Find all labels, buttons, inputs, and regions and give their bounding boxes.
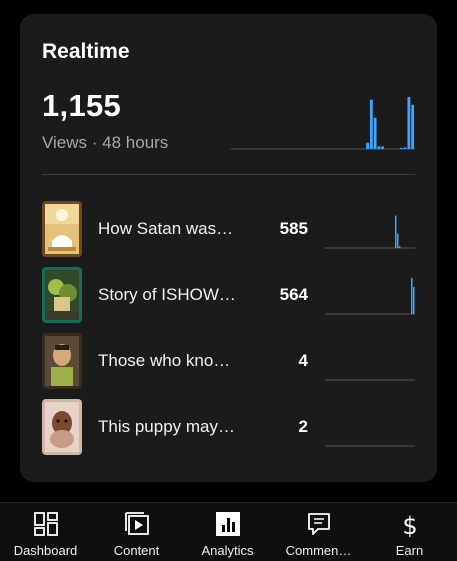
sparkline-bar — [377, 146, 381, 149]
video-views-sparkline — [325, 379, 415, 381]
video-title[interactable]: How Satan was… — [98, 219, 248, 239]
nav-label: Earn — [395, 543, 424, 558]
sparkline-bar — [399, 147, 403, 149]
nav-label: Analytics — [201, 543, 254, 558]
realtime-views-sparkline — [231, 97, 415, 150]
sparkline-bar — [373, 117, 377, 149]
video-thumbnail — [42, 333, 82, 389]
dashboard-icon — [34, 512, 58, 536]
video-title[interactable]: This puppy may… — [98, 417, 248, 437]
video-views: 585 — [279, 219, 308, 238]
sparkline-bar — [369, 99, 373, 149]
video-title[interactable]: Those who kno… — [98, 351, 248, 371]
sparkline-bar — [403, 147, 407, 149]
nav-label: Content — [113, 543, 160, 558]
realtime-card[interactable]: Realtime 1,155 Views · 48 hours How Sata… — [20, 14, 437, 482]
nav-content[interactable]: Content — [91, 509, 182, 559]
video-row[interactable]: How Satan was… 585 — [42, 201, 415, 257]
sparkline-bar — [411, 104, 415, 149]
sparkline-bar — [381, 146, 385, 149]
comments-icon — [308, 513, 330, 535]
nav-label: Dashboard — [13, 543, 78, 558]
sparkline-bar — [413, 287, 415, 314]
video-thumbnail — [42, 267, 82, 323]
video-views-sparkline — [325, 278, 415, 315]
nav-comments[interactable]: Commen… — [273, 509, 364, 559]
video-row[interactable]: This puppy may… 2 — [42, 399, 415, 455]
sparkline-bar — [395, 215, 397, 248]
sparkline-bar — [407, 97, 411, 149]
analytics-icon — [216, 512, 240, 536]
video-views: 564 — [279, 285, 308, 304]
video-title[interactable]: Story of ISHOW… — [98, 285, 248, 305]
video-thumbnail — [42, 399, 82, 455]
svg-text:$: $ — [402, 512, 417, 537]
sparkline-bar — [366, 142, 369, 149]
video-views-sparkline — [325, 445, 415, 447]
nav-label: Commen… — [285, 543, 352, 558]
video-views-sparkline — [325, 215, 415, 249]
views-period-label: Views · 48 hours — [42, 133, 169, 152]
video-thumbnail — [42, 201, 82, 257]
divider — [42, 174, 415, 175]
video-views: 2 — [298, 417, 308, 436]
content-icon — [125, 512, 149, 535]
sparkline-bar — [411, 278, 413, 314]
sparkline-bar — [399, 246, 401, 248]
video-views: 4 — [298, 351, 308, 370]
nav-analytics[interactable]: Analytics — [182, 509, 273, 559]
nav-earn[interactable]: $ Earn — [364, 509, 455, 559]
earn-icon: $ — [402, 512, 417, 537]
video-row[interactable]: Story of ISHOW… 564 — [42, 267, 415, 323]
realtime-title: Realtime — [42, 40, 130, 63]
video-row[interactable]: Those who kno… 4 — [42, 333, 415, 389]
bottom-navigation: Dashboard Content Analytics Commen… $ Ea… — [0, 502, 457, 561]
sparkline-bar — [397, 233, 399, 248]
nav-dashboard[interactable]: Dashboard — [0, 509, 91, 559]
total-views: 1,155 — [42, 88, 122, 123]
